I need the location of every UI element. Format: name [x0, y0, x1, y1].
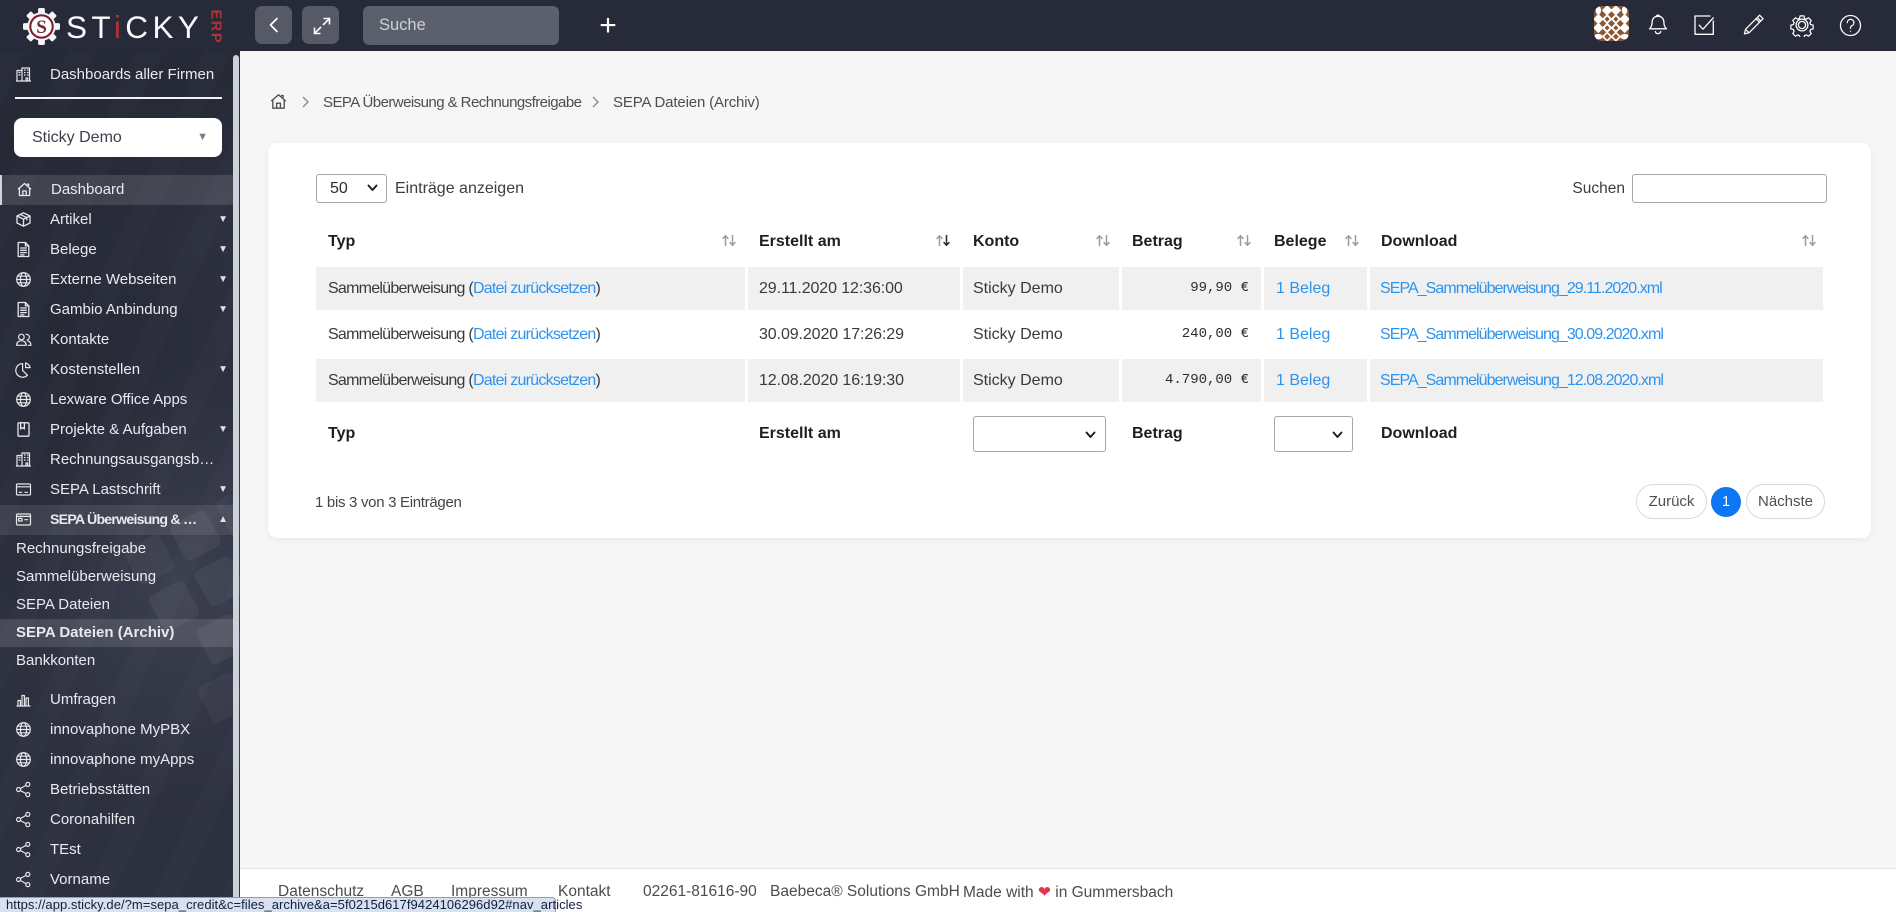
svg-text:S: S — [36, 17, 47, 38]
svg-text:STiCKY: STiCKY — [66, 9, 203, 45]
svg-text:ERP: ERP — [208, 10, 224, 45]
